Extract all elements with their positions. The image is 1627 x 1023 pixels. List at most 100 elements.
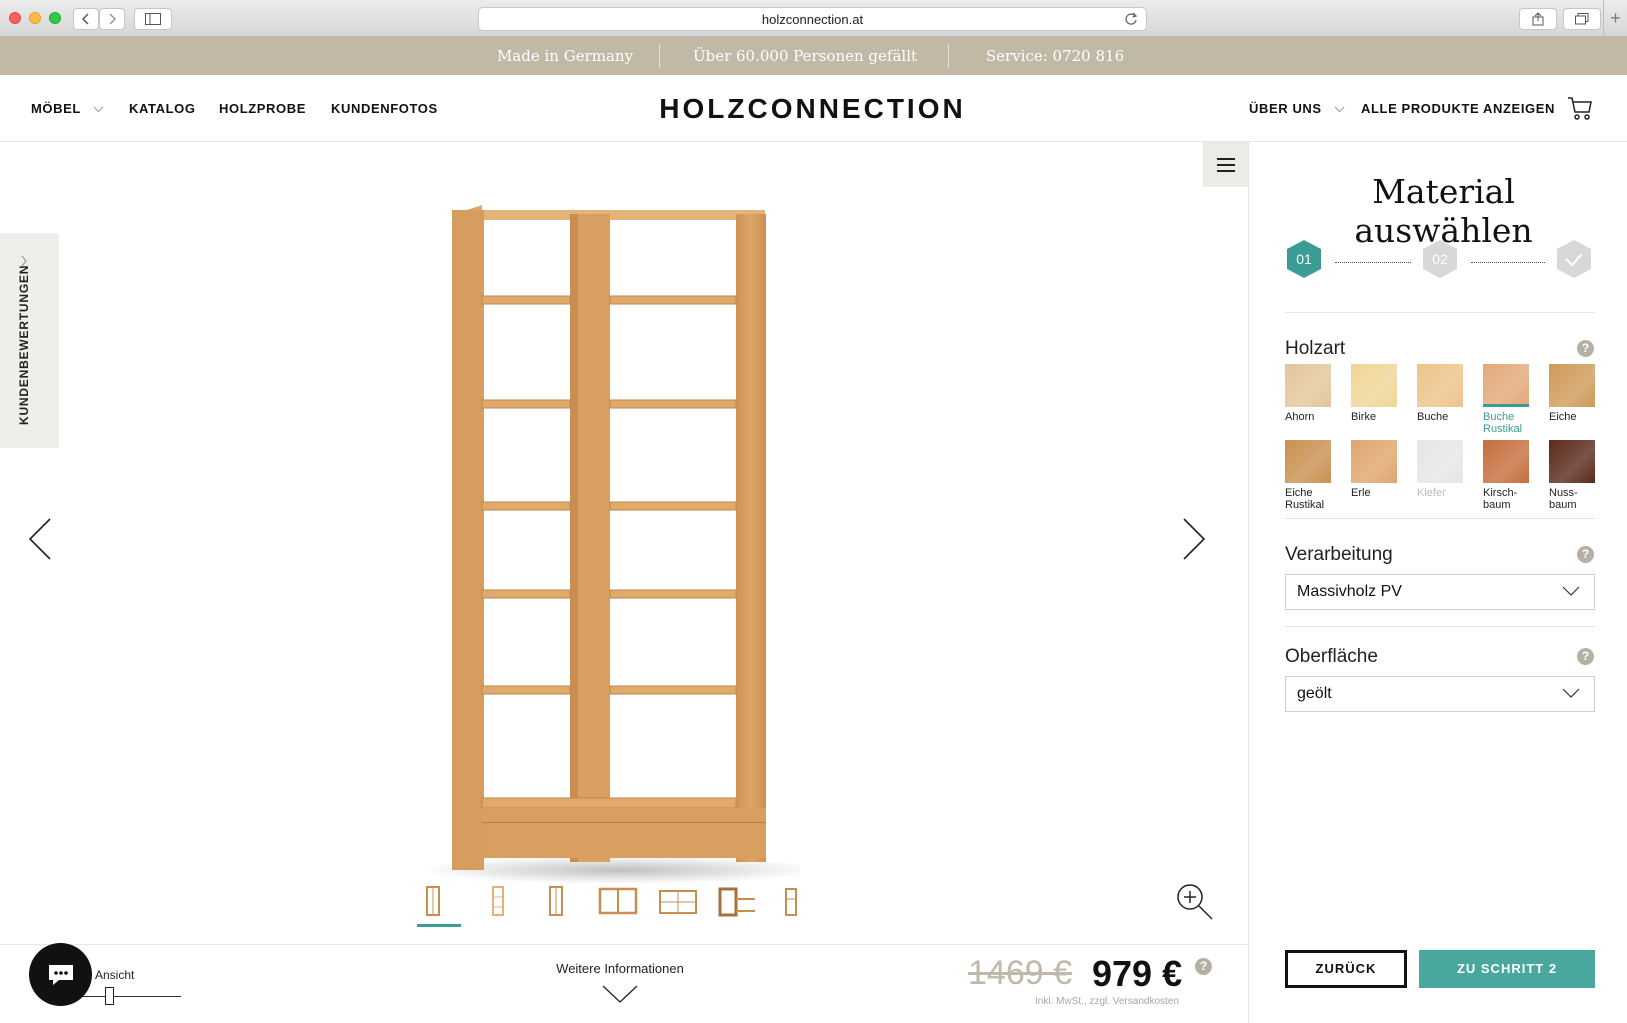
holzart-option-label: Eiche: [1549, 411, 1577, 423]
wood-swatch: [1483, 364, 1529, 407]
back-button[interactable]: [73, 8, 99, 30]
wood-swatch: [1351, 440, 1397, 483]
tabs-button[interactable]: [1563, 8, 1601, 30]
holzart-option-label: Nuss-baum: [1549, 487, 1578, 511]
verarbeitung-help-icon[interactable]: ?: [1577, 546, 1594, 563]
chat-bubble-icon: [48, 964, 73, 985]
holzart-option: Kiefer: [1417, 440, 1463, 499]
step-2-badge[interactable]: 02: [1421, 239, 1459, 279]
divider: [659, 44, 660, 68]
zoom-window-button[interactable]: [49, 12, 61, 24]
cart-icon[interactable]: [1567, 95, 1593, 121]
holzart-option-label: Birke: [1351, 411, 1377, 423]
weitere-informationen-link[interactable]: Weitere Informationen: [545, 961, 695, 976]
thumbnail-6[interactable]: [718, 887, 755, 917]
price-help-icon[interactable]: ?: [1195, 958, 1212, 975]
holzart-option[interactable]: Buche Rustikal: [1483, 364, 1529, 435]
thumbnail-7[interactable]: [785, 888, 797, 916]
chat-button[interactable]: [29, 943, 92, 1006]
next-image-arrow[interactable]: [1182, 517, 1206, 561]
holzart-option[interactable]: Nuss-baum: [1549, 440, 1595, 511]
holzart-help-icon[interactable]: ?: [1577, 340, 1594, 357]
site-logo[interactable]: HOLZCONNECTION: [640, 93, 985, 125]
address-bar[interactable]: holzconnection.at: [478, 7, 1147, 31]
image-thumbnails: [426, 886, 797, 917]
holzart-option[interactable]: Kirsch-baum: [1483, 440, 1529, 511]
tabs-icon: [1575, 13, 1589, 25]
nav-ueber-uns[interactable]: ÜBER UNS: [1249, 101, 1345, 116]
chevron-left-icon: [81, 13, 89, 25]
next-step-button[interactable]: ZU SCHRITT 2: [1419, 950, 1595, 988]
holzart-option-label: Kiefer: [1417, 487, 1446, 499]
plus-icon: +: [1610, 8, 1621, 28]
chevron-down-icon: [1562, 688, 1580, 698]
back-step-button[interactable]: ZURÜCK: [1285, 950, 1407, 988]
holzart-option[interactable]: Erle: [1351, 440, 1397, 499]
oberflaeche-select[interactable]: geölt: [1285, 676, 1595, 712]
holzart-option[interactable]: Eiche: [1549, 364, 1595, 423]
share-icon: [1532, 12, 1544, 26]
nav-moebel[interactable]: MÖBEL: [31, 101, 104, 116]
configurator-panel: Material auswählen 01 02 Holzart ? Ahorn…: [1248, 142, 1627, 1023]
chevron-down-icon[interactable]: [602, 985, 638, 1003]
oberflaeche-title: Oberfläche: [1285, 646, 1378, 667]
minimize-window-button[interactable]: [29, 12, 41, 24]
divider: [1285, 626, 1595, 627]
thumbnail-3[interactable]: [549, 886, 563, 916]
forward-button[interactable]: [99, 8, 125, 30]
current-price: 979 €: [1092, 953, 1183, 994]
nav-holzprobe[interactable]: HOLZPROBE: [219, 101, 306, 116]
chevron-down-icon: [1334, 106, 1345, 113]
wood-swatch: [1549, 364, 1595, 407]
holzart-option-label: Ahorn: [1285, 411, 1315, 423]
wood-swatch: [1417, 364, 1463, 407]
menu-button[interactable]: [1203, 142, 1248, 187]
thumbnail-1[interactable]: [426, 886, 440, 916]
sidebar-toggle-button[interactable]: [134, 8, 172, 30]
wood-swatch: [1285, 440, 1331, 483]
ansicht-slider-handle[interactable]: [105, 987, 114, 1005]
holzart-option-label: Erle: [1351, 487, 1371, 499]
hamburger-icon: [1216, 157, 1235, 172]
new-tab-button[interactable]: +: [1603, 0, 1627, 37]
made-in-germany-text: Made in Germany: [496, 47, 634, 65]
step-connector: [1471, 262, 1545, 263]
share-button[interactable]: [1519, 8, 1557, 30]
thumbnail-4[interactable]: [598, 887, 638, 915]
close-window-button[interactable]: [9, 12, 21, 24]
nav-kundenfotos[interactable]: KUNDENFOTOS: [331, 101, 438, 116]
verarbeitung-select[interactable]: Massivholz PV: [1285, 574, 1595, 610]
nav-ueber-uns-label: ÜBER UNS: [1249, 101, 1322, 116]
step-2-label: 02: [1432, 251, 1448, 267]
verarbeitung-value: Massivholz PV: [1297, 583, 1402, 600]
holzart-option[interactable]: Birke: [1351, 364, 1397, 423]
previous-image-arrow[interactable]: [28, 517, 52, 561]
oberflaeche-help-icon[interactable]: ?: [1577, 648, 1594, 665]
info-bar: Made in Germany Über 60.000 Personen gef…: [0, 37, 1627, 103]
zoom-in-icon[interactable]: [1175, 882, 1215, 922]
site-header: MÖBEL KATALOG HOLZPROBE KUNDENFOTOS HOLZ…: [0, 75, 1627, 142]
nav-katalog[interactable]: KATALOG: [129, 101, 196, 116]
holzart-option[interactable]: Ahorn: [1285, 364, 1331, 423]
holzart-option[interactable]: Buche: [1417, 364, 1463, 423]
product-image-bookshelf: [430, 205, 800, 884]
wood-swatch: [1483, 440, 1529, 483]
divider: [1285, 518, 1595, 519]
holzart-option[interactable]: Eiche Rustikal: [1285, 440, 1331, 511]
step-1-badge[interactable]: 01: [1285, 239, 1323, 279]
step-1-label: 01: [1296, 251, 1312, 267]
thumbnail-5[interactable]: [659, 890, 697, 914]
nav-moebel-label: MÖBEL: [31, 101, 81, 116]
step-check-badge[interactable]: [1555, 239, 1593, 279]
oberflaeche-value: geölt: [1297, 685, 1332, 702]
ansicht-label: Ansicht: [95, 968, 135, 982]
chevron-down-icon: [1562, 586, 1580, 596]
reload-icon[interactable]: [1124, 11, 1138, 27]
thumbnail-2[interactable]: [492, 886, 504, 916]
wood-swatch: [1285, 364, 1331, 407]
step-connector: [1335, 262, 1411, 263]
kundenbewertungen-tab[interactable]: KUNDENBEWERTUNGEN: [0, 233, 59, 448]
nav-alle-produkte[interactable]: ALLE PRODUKTE ANZEIGEN: [1361, 101, 1555, 116]
kundenbewertungen-label: KUNDENBEWERTUNGEN: [17, 264, 31, 425]
old-price: 1469 €: [968, 954, 1072, 992]
